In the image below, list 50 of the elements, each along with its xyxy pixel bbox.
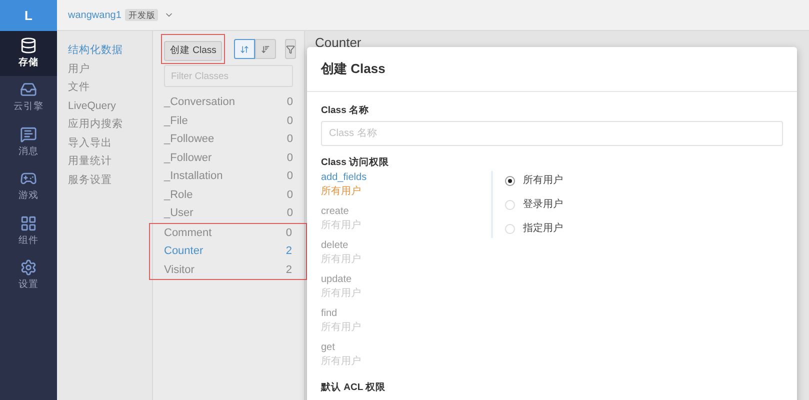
- sort-button[interactable]: [255, 39, 276, 59]
- menu-item[interactable]: 用户: [68, 60, 152, 78]
- menu-item[interactable]: 导入导出: [68, 134, 152, 152]
- environment-badge: 开发版: [125, 8, 158, 22]
- class-item[interactable]: Counter 2: [164, 242, 292, 260]
- permission-item[interactable]: add_fields 所有用户: [321, 171, 491, 199]
- class-item[interactable]: _Installation 0: [164, 167, 293, 186]
- menu-item[interactable]: 应用内搜索: [68, 115, 152, 134]
- dialog-title: 创建 Class: [321, 60, 386, 78]
- database-icon: [20, 36, 37, 54]
- class-item[interactable]: _User 0: [164, 204, 293, 222]
- tray-icon: [20, 81, 37, 98]
- menu-item[interactable]: 文件: [68, 78, 152, 96]
- rail-item[interactable]: 云引擎: [0, 76, 57, 120]
- radio-button[interactable]: [505, 176, 515, 186]
- field-label: Class 名称: [321, 104, 370, 118]
- create-class-button[interactable]: 创建 Class: [164, 41, 222, 62]
- section-label: 默认 ACL 权限: [321, 381, 387, 395]
- menu-item[interactable]: LiveQuery: [68, 96, 152, 115]
- rail-item[interactable]: 组件: [0, 209, 57, 254]
- message-icon: [20, 126, 37, 143]
- class-item[interactable]: _File 0: [164, 112, 293, 130]
- section-label: Class 访问权限: [321, 156, 390, 170]
- rail-item[interactable]: 消息: [0, 120, 57, 164]
- workspace-name[interactable]: wangwang1: [68, 8, 122, 22]
- rail-item[interactable]: 设置: [0, 254, 57, 298]
- class-item[interactable]: _Role 0: [164, 186, 293, 204]
- class-item[interactable]: _Conversation 0: [164, 93, 293, 112]
- class-item[interactable]: _Follower 0: [164, 148, 293, 167]
- rail-item[interactable]: 存储: [0, 31, 57, 76]
- class-item[interactable]: _Followee 0: [164, 130, 293, 148]
- class-item[interactable]: Comment 0: [164, 224, 292, 242]
- menu-item[interactable]: 结构化数据: [68, 41, 152, 60]
- sort-button[interactable]: [234, 39, 256, 59]
- sort-descending-icon: [261, 44, 270, 54]
- radio-option[interactable]: 所有用户: [505, 173, 563, 188]
- radio-option[interactable]: 登录用户: [505, 197, 563, 212]
- grid-icon: [20, 214, 37, 232]
- logo[interactable]: L: [0, 0, 57, 31]
- radio-option[interactable]: 指定用户: [505, 221, 563, 236]
- class-item[interactable]: Visitor 2: [164, 260, 292, 279]
- menu-item[interactable]: 服务设置: [68, 170, 152, 189]
- menu-item[interactable]: 用量统计: [68, 152, 152, 170]
- class-name-field[interactable]: Class 名称: [321, 121, 783, 146]
- filter-button[interactable]: [285, 39, 296, 59]
- page-title: Counter: [315, 35, 362, 50]
- filter-icon: [286, 44, 296, 54]
- rail-item[interactable]: 游戏: [0, 164, 57, 209]
- settings-icon: [20, 259, 37, 276]
- sort-icon: [240, 44, 250, 54]
